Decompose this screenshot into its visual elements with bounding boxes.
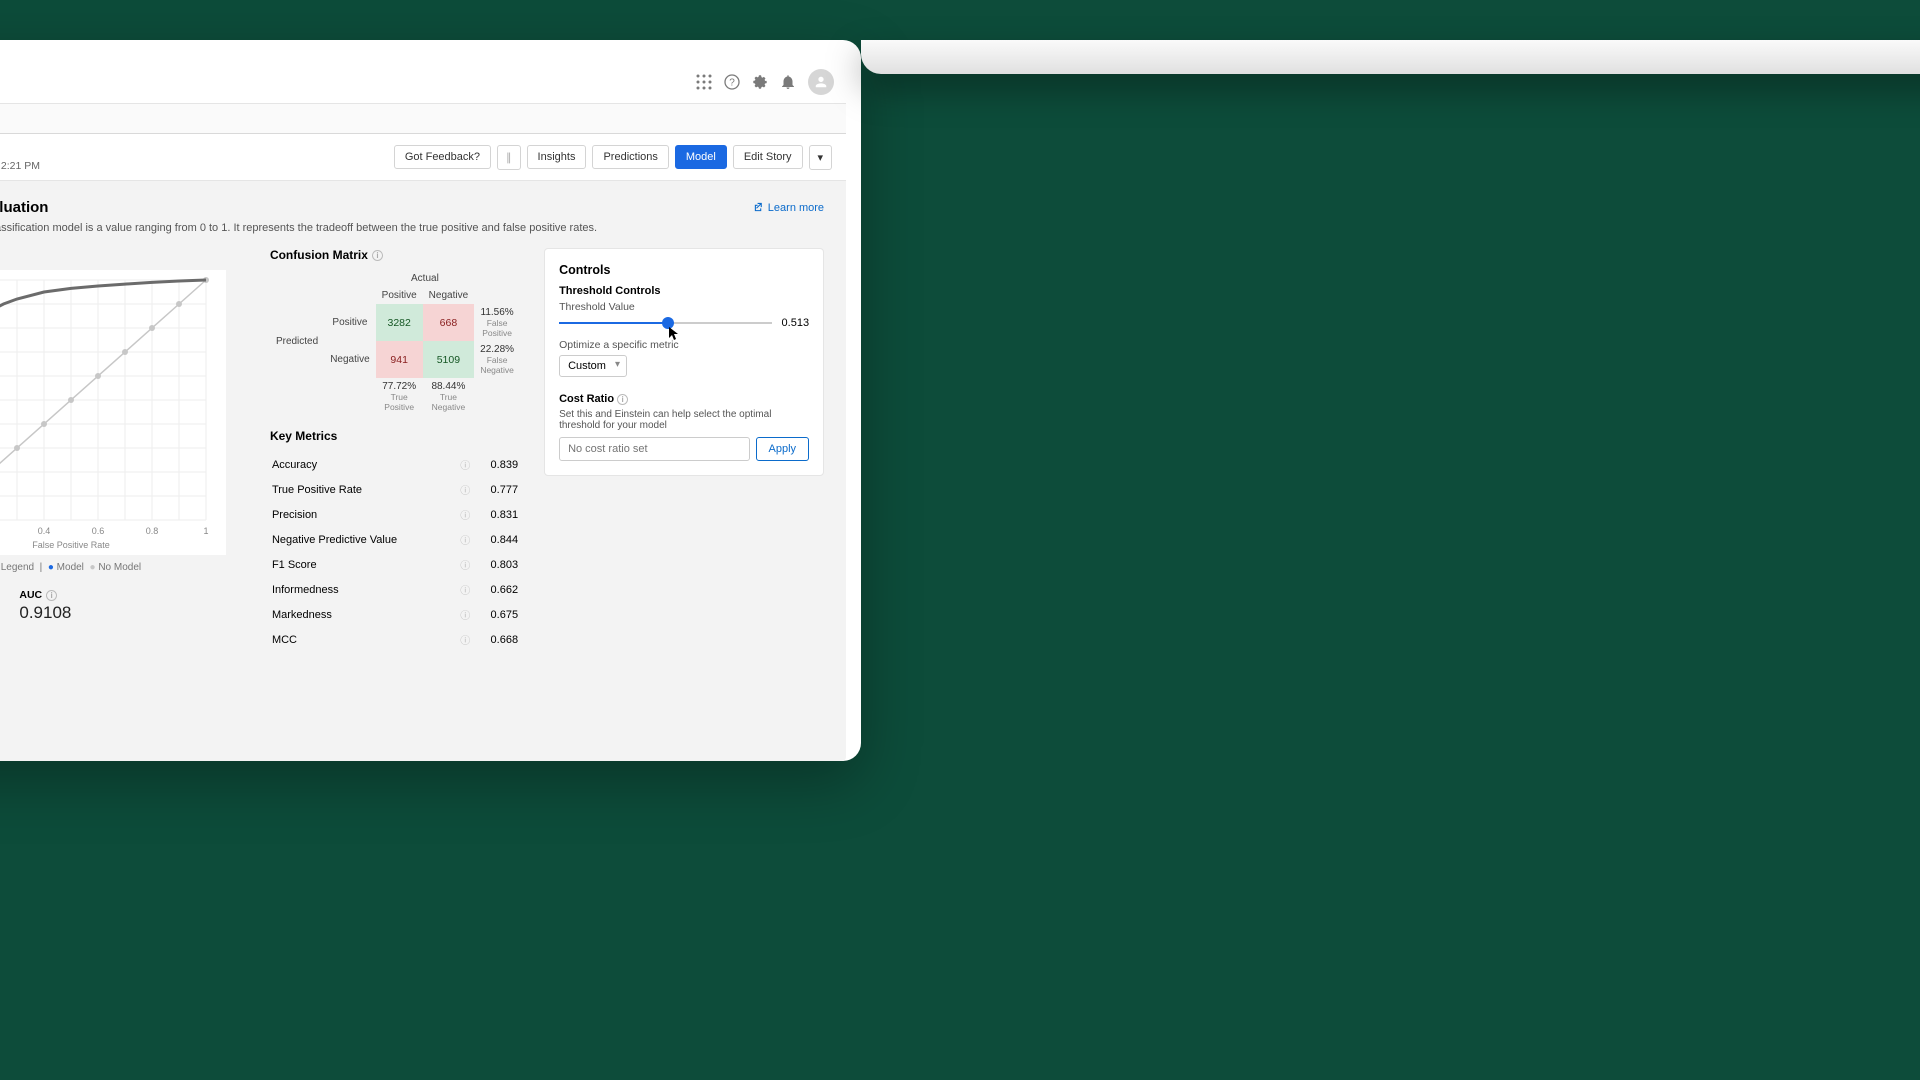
cm-fp: 941 xyxy=(376,341,423,378)
cost-ratio-label: Cost Ratio xyxy=(559,393,614,405)
subheader: Delivery Performance Maximize Delivered … xyxy=(0,134,846,181)
key-metric-row: Markednessⓘ0.675 xyxy=(272,603,518,626)
cm-tn: 5109 xyxy=(423,341,474,378)
threshold-value-label: Threshold Value xyxy=(559,301,809,313)
roc-legend: Legend | ● Model ● No Model xyxy=(0,562,246,573)
threshold-slider-value: 0.513 xyxy=(782,317,810,329)
predictions-button[interactable]: Predictions xyxy=(592,145,668,169)
cost-ratio-input[interactable] xyxy=(559,437,749,461)
page-title: Delivery Performance xyxy=(0,142,40,158)
settings-gear-icon[interactable] xyxy=(752,74,768,90)
main-content: Threshold Evaluation Learn more The thre… xyxy=(0,181,846,761)
key-metric-row: Informednessⓘ0.662 xyxy=(272,578,518,601)
pause-button[interactable]: ∥ xyxy=(497,145,521,170)
key-metric-row: MCCⓘ0.668 xyxy=(272,628,518,651)
auc-info-icon[interactable]: i xyxy=(46,590,57,601)
app-launcher-icon[interactable] xyxy=(696,74,712,90)
confusion-matrix: Actual PositiveNegative Predicted Positi… xyxy=(270,270,520,415)
help-icon[interactable]: ? xyxy=(724,74,740,90)
key-metric-row: True Positive Rateⓘ0.777 xyxy=(272,478,518,501)
optimize-label: Optimize a specific metric xyxy=(559,339,809,351)
key-metric-row: Precisionⓘ0.831 xyxy=(272,503,518,526)
model-button[interactable]: Model xyxy=(675,145,727,169)
section-title: Threshold Evaluation xyxy=(0,199,48,216)
threshold-controls-heading: Threshold Controls xyxy=(559,285,809,297)
controls-panel: Controls Threshold Controls Threshold Va… xyxy=(544,248,824,476)
roc-chart: 00.10.20.30.40.50.60.70.80.91 00.20.40.6… xyxy=(0,270,226,555)
key-metric-row: Negative Predictive Valueⓘ0.844 xyxy=(272,528,518,551)
section-description: The threshold in a classification model … xyxy=(0,222,824,234)
got-feedback-button[interactable]: Got Feedback? xyxy=(394,145,491,169)
key-metrics-title: Key Metrics xyxy=(270,429,520,443)
optimize-metric-select[interactable]: Custom xyxy=(559,355,627,377)
edit-story-button[interactable]: Edit Story xyxy=(733,145,803,169)
key-metrics-table: Accuracyⓘ0.839True Positive Rateⓘ0.777Pr… xyxy=(270,451,520,653)
auc-label: AUC xyxy=(19,589,42,601)
svg-text:?: ? xyxy=(729,77,735,88)
svg-text:False Positive Rate: False Positive Rate xyxy=(32,540,110,550)
global-header: ? xyxy=(0,60,846,104)
cm-tp: 3282 xyxy=(376,304,423,341)
workspace-tabs: Tableau CRM Analytics Studio Delivery Pe… xyxy=(0,104,846,134)
apply-button[interactable]: Apply xyxy=(756,437,810,461)
external-link-icon xyxy=(753,202,764,213)
svg-text:0.8: 0.8 xyxy=(146,526,159,536)
auc-value: 0.9108 xyxy=(19,603,71,623)
cost-ratio-info-icon[interactable]: i xyxy=(617,394,628,405)
cost-ratio-description: Set this and Einstein can help select th… xyxy=(559,409,809,431)
key-metric-row: F1 Scoreⓘ0.803 xyxy=(272,553,518,576)
key-metric-row: Accuracyⓘ0.839 xyxy=(272,453,518,476)
insights-button[interactable]: Insights xyxy=(527,145,587,169)
learn-more-link[interactable]: Learn more xyxy=(753,202,824,214)
threshold-slider[interactable] xyxy=(559,322,771,324)
svg-text:1: 1 xyxy=(203,526,208,536)
controls-heading: Controls xyxy=(559,263,809,277)
page-meta: Maximize Delivered on time (OnTime) · La… xyxy=(0,160,40,172)
svg-text:0.4: 0.4 xyxy=(38,526,51,536)
user-avatar[interactable] xyxy=(808,69,834,95)
svg-text:0.6: 0.6 xyxy=(92,526,105,536)
cm-info-icon[interactable]: i xyxy=(372,250,383,261)
story-menu-button[interactable]: ▾ xyxy=(809,145,833,170)
notifications-bell-icon[interactable] xyxy=(780,74,796,90)
cm-fn: 668 xyxy=(423,304,474,341)
confusion-title: Confusion Matrix xyxy=(270,248,368,262)
